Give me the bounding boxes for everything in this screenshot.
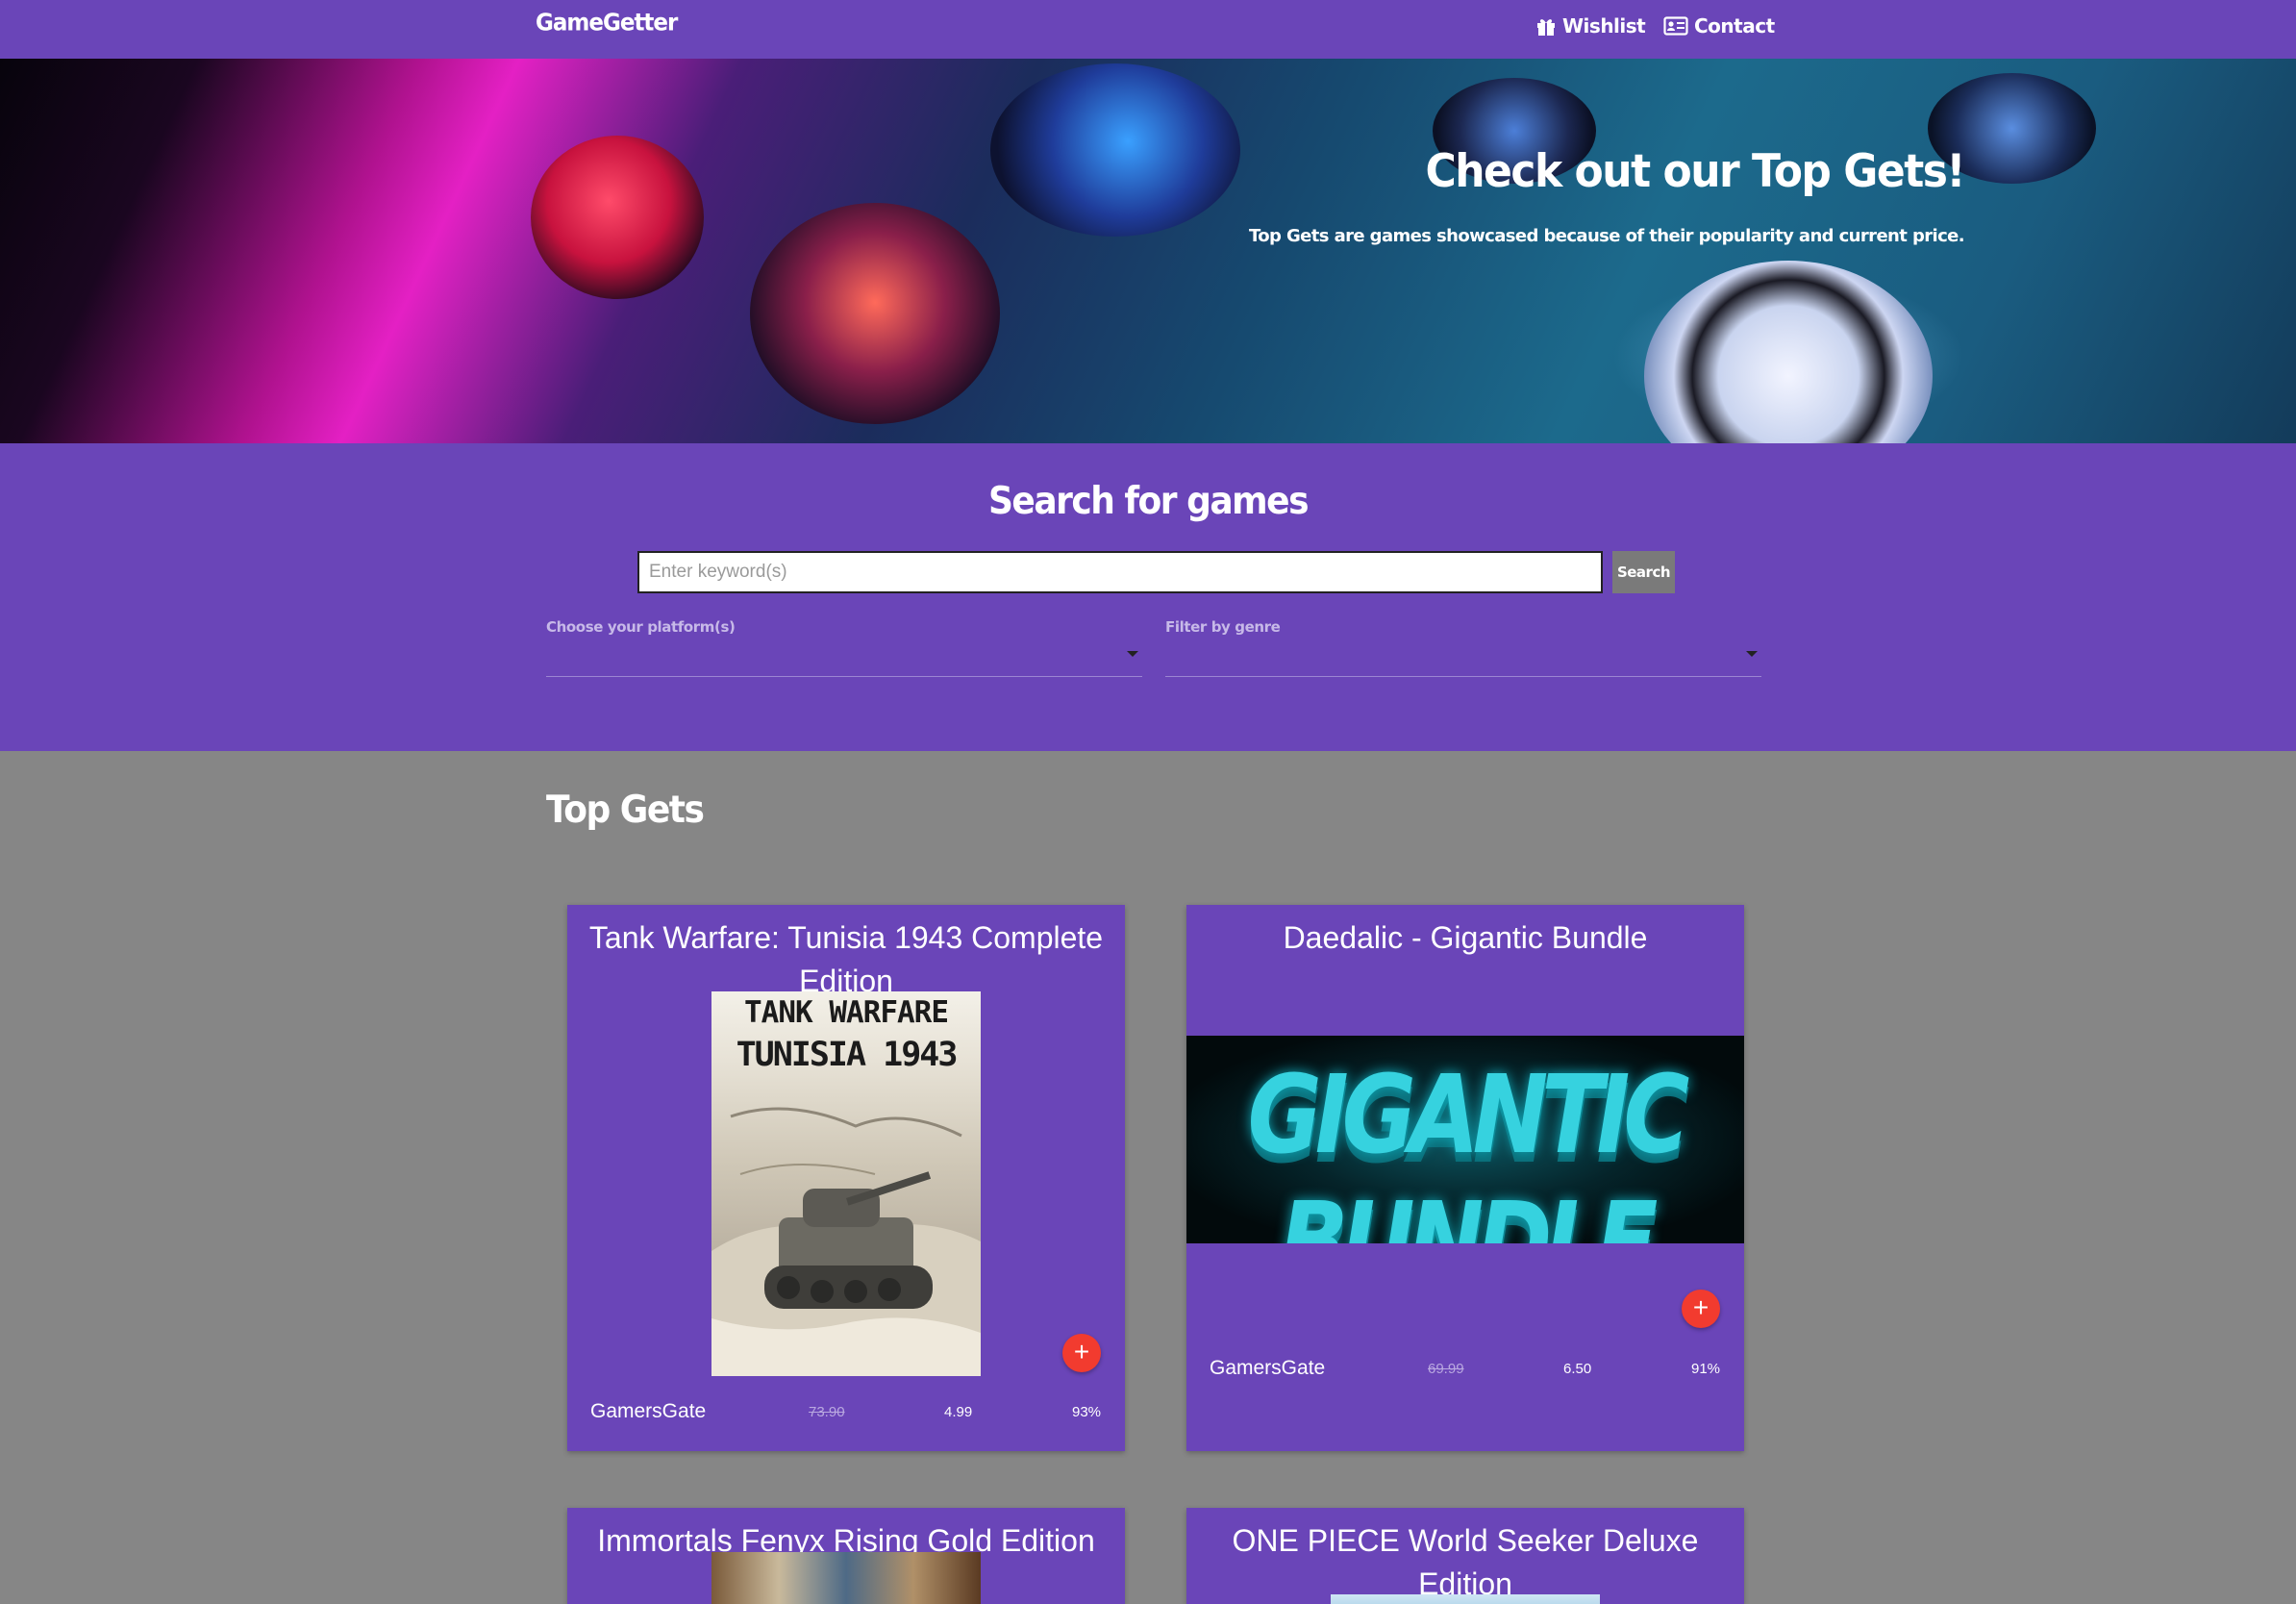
game-cover-image[interactable]: TANK WARFARE TUNISIA 1943	[711, 991, 981, 1376]
search-title: Search for games	[988, 480, 1310, 523]
nav-wishlist-label: Wishlist	[1562, 14, 1646, 38]
store-name: GamersGate	[590, 1400, 707, 1422]
game-cover-image[interactable]	[711, 1552, 981, 1604]
sale-price: 6.50	[1563, 1361, 1592, 1377]
hero-banner: Check out our Top Gets! Top Gets are gam…	[0, 59, 2296, 443]
original-price: 73.90	[809, 1404, 845, 1420]
game-card[interactable]: Tank Warfare: Tunisia 1943 Complete Edit…	[567, 905, 1125, 1451]
game-title[interactable]: Daedalic - Gigantic Bundle	[1186, 916, 1744, 960]
add-to-wishlist-button[interactable]: +	[1682, 1290, 1720, 1328]
cover-text: GIGANTIC BUNDLE	[1247, 1053, 1690, 1243]
search-input[interactable]	[637, 551, 1603, 593]
search-section: Search for games Search Choose your plat…	[0, 443, 2296, 751]
dropdown-arrow-icon	[1746, 651, 1758, 657]
gift-icon	[1535, 15, 1557, 37]
hero-subtitle: Top Gets are games showcased because of …	[1249, 226, 1965, 246]
game-card[interactable]: Immortals Fenyx Rising Gold Edition	[567, 1508, 1125, 1604]
game-title[interactable]: Tank Warfare: Tunisia 1943 Complete Edit…	[567, 916, 1125, 1003]
controller-button-x	[990, 63, 1240, 237]
genre-select-label: Filter by genre	[1165, 618, 1281, 636]
xbox-guide-button	[1644, 261, 1933, 443]
controller-button-b	[531, 136, 704, 299]
platform-select[interactable]: Choose your platform(s)	[546, 618, 1142, 677]
controller-button-a	[750, 203, 1000, 424]
tank-illustration	[711, 1107, 981, 1376]
game-card[interactable]: Daedalic - Gigantic Bundle GIGANTIC BUND…	[1186, 905, 1744, 1451]
navbar: GameGetter Wishlist Contact	[0, 0, 2296, 59]
search-button[interactable]: Search	[1612, 551, 1675, 593]
contact-card-icon	[1663, 16, 1688, 36]
platform-select-label: Choose your platform(s)	[546, 618, 736, 636]
discount-percent: 93%	[1072, 1404, 1102, 1420]
original-price: 69.99	[1428, 1361, 1464, 1377]
hero-title: Check out our Top Gets!	[1425, 144, 1965, 199]
discount-percent: 91%	[1691, 1361, 1721, 1377]
game-cover-image[interactable]: GIGANTIC BUNDLE	[1186, 1036, 1744, 1243]
brand-logo[interactable]: GameGetter	[536, 10, 678, 37]
nav-wishlist-link[interactable]: Wishlist	[1535, 14, 1646, 38]
dropdown-arrow-icon	[1127, 651, 1138, 657]
game-title[interactable]: ONE PIECE World Seeker Deluxe Edition	[1186, 1519, 1744, 1604]
genre-select[interactable]: Filter by genre	[1165, 618, 1761, 677]
nav-contact-label: Contact	[1694, 14, 1775, 38]
store-name: GamersGate	[1210, 1357, 1326, 1379]
top-gets-title: Top Gets	[546, 789, 705, 832]
sale-price: 4.99	[944, 1404, 973, 1420]
game-cover-image[interactable]	[1331, 1594, 1600, 1604]
add-to-wishlist-button[interactable]: +	[1062, 1334, 1101, 1372]
game-card[interactable]: ONE PIECE World Seeker Deluxe Edition	[1186, 1508, 1744, 1604]
nav-contact-link[interactable]: Contact	[1663, 14, 1775, 38]
